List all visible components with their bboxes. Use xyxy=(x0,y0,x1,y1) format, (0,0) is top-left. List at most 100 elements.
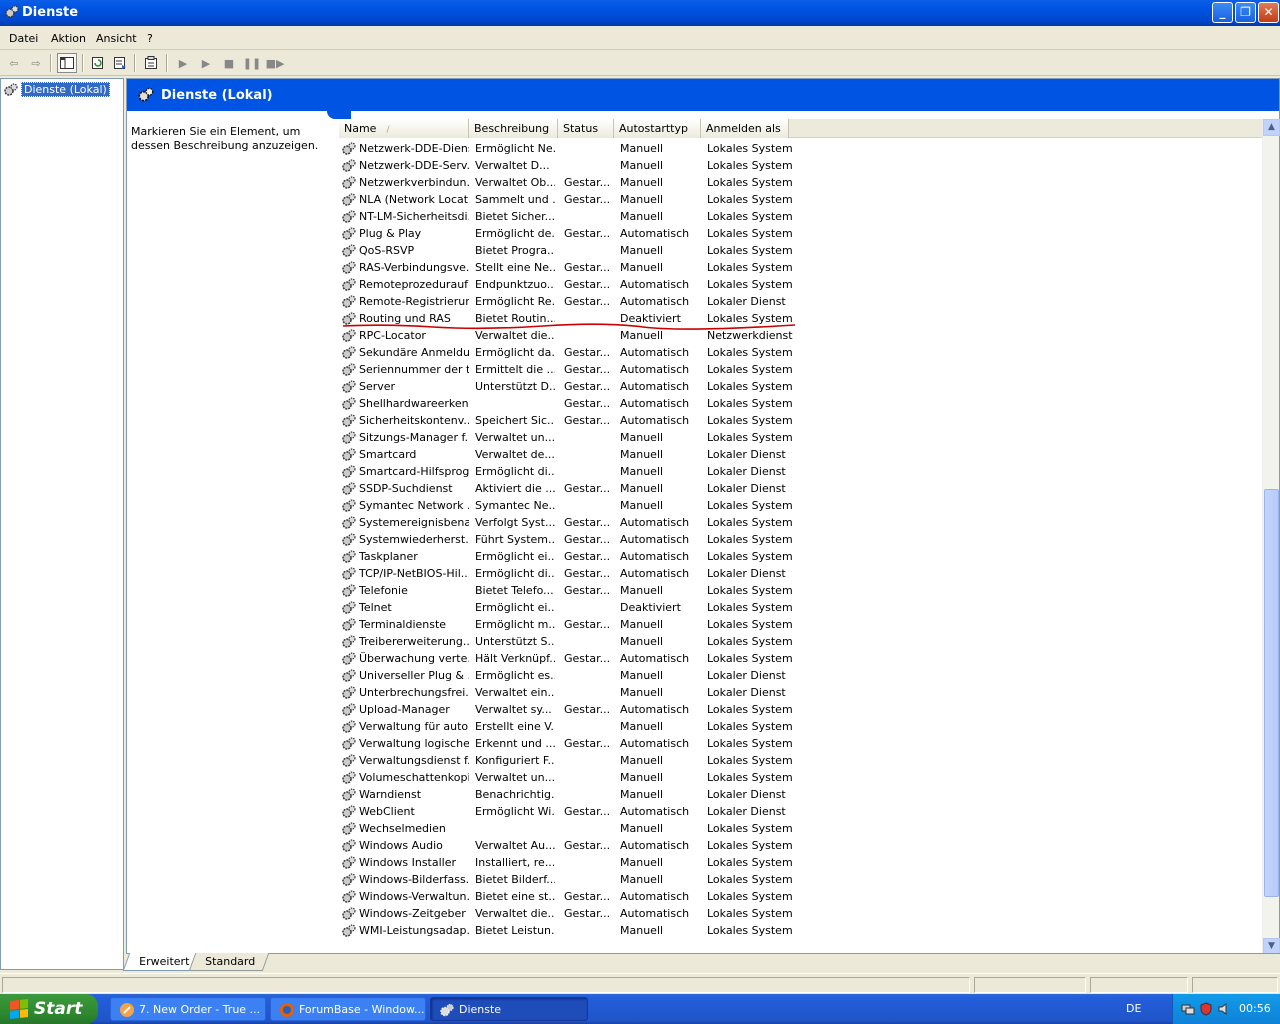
stop-service-icon[interactable]: ■ xyxy=(219,53,239,73)
start-service-alt-icon[interactable]: ▶ xyxy=(196,53,216,73)
table-row[interactable]: Verwaltung logische... Erkennt und ... Ges… xyxy=(339,735,799,752)
table-row[interactable]: Windows-Bilderfass... Bietet Bilderf... Ma… xyxy=(339,871,799,888)
export-list-icon[interactable] xyxy=(110,53,130,73)
services-gear-icon xyxy=(138,87,154,102)
tab-standard[interactable]: Standard xyxy=(188,953,270,971)
table-row[interactable]: Sekundäre Anmeldung Ermöglicht da... Gesta… xyxy=(339,344,799,361)
menu-aktion[interactable]: Aktion xyxy=(51,32,86,45)
status-cell xyxy=(1090,977,1188,993)
table-row[interactable]: TCP/IP-NetBIOS-Hil... Ermöglicht di... Ges… xyxy=(339,565,799,582)
table-row[interactable]: Symantec Network ... Symantec Ne... Manuel… xyxy=(339,497,799,514)
table-row[interactable]: Unterbrechungsfrei... Verwaltet ein... Man… xyxy=(339,684,799,701)
table-row[interactable]: SSDP-Suchdienst Aktiviert die ... Gestar..… xyxy=(339,480,799,497)
table-row[interactable]: Windows-Zeitgeber Verwaltet die... Gestar.… xyxy=(339,905,799,922)
table-row[interactable]: Seriennummer der t... Ermittelt die ... Ge… xyxy=(339,361,799,378)
minimize-button[interactable]: _ xyxy=(1212,2,1233,23)
forward-icon[interactable]: ⇨ xyxy=(26,53,46,73)
table-row[interactable]: NLA (Network Locat... Sammelt und ... Gest… xyxy=(339,191,799,208)
table-row[interactable]: Netzwerk-DDE-Dienst Ermöglicht Ne... Manue… xyxy=(339,140,799,157)
table-row[interactable]: Smartcard Verwaltet de... Manuell Lokaler D… xyxy=(339,446,799,463)
table-row[interactable]: Sitzungs-Manager f... Verwaltet un... Manu… xyxy=(339,429,799,446)
volume-icon[interactable] xyxy=(1217,1002,1231,1016)
table-row[interactable]: Plug & Play Ermöglicht de... Gestar... Auto… xyxy=(339,225,799,242)
column-header-description[interactable]: Beschreibung xyxy=(469,119,558,138)
scroll-up-icon[interactable]: ▲ xyxy=(1263,119,1280,136)
restart-service-icon[interactable]: ■▶ xyxy=(265,53,285,73)
menu-help[interactable]: ? xyxy=(147,32,153,45)
table-row[interactable]: Treibererweiterung... Unterstützt S... Man… xyxy=(339,633,799,650)
table-row[interactable]: Verwaltung für auto... Erstellt eine V...… xyxy=(339,718,799,735)
pause-service-icon[interactable]: ❚❚ xyxy=(242,53,262,73)
column-header-status[interactable]: Status xyxy=(558,119,614,138)
services-window: Dienste _ ❐ ✕ Datei Aktion Ansicht ? ⇦ ⇨… xyxy=(0,0,1280,994)
table-row[interactable]: Upload-Manager Verwaltet sy... Gestar... Au… xyxy=(339,701,799,718)
service-gear-icon xyxy=(342,669,356,682)
table-row[interactable]: Remoteprozeduraufr... Endpunktzuo... Gesta… xyxy=(339,276,799,293)
service-logon-as: Lokales System xyxy=(707,176,793,189)
security-shield-icon[interactable] xyxy=(1199,1002,1213,1016)
task-button-new-order[interactable]: 7. New Order - True ... xyxy=(110,997,266,1021)
table-row[interactable]: Remote-Registrierung Ermöglicht Re... Gest… xyxy=(339,293,799,310)
service-startup-type: Manuell xyxy=(620,159,664,172)
service-gear-icon xyxy=(342,856,356,869)
table-row[interactable]: Windows Audio Verwaltet Au... Gestar... Aut… xyxy=(339,837,799,854)
language-indicator[interactable]: DE xyxy=(1126,1002,1141,1015)
status-cell xyxy=(2,977,970,993)
table-row[interactable]: Universeller Plug & ... Ermöglicht es... M… xyxy=(339,667,799,684)
table-row[interactable]: Volumeschattenkopie Verwaltet un... Manuel… xyxy=(339,769,799,786)
network-icon[interactable] xyxy=(1181,1002,1195,1016)
table-row[interactable]: NT-LM-Sicherheitsdi... Bietet Sicher... Ma… xyxy=(339,208,799,225)
table-row[interactable]: Windows Installer Installiert, re... Manue… xyxy=(339,854,799,871)
menu-ansicht[interactable]: Ansicht xyxy=(96,32,137,45)
service-gear-icon xyxy=(342,720,356,733)
column-header-startup[interactable]: Autostarttyp xyxy=(614,119,701,138)
close-button[interactable]: ✕ xyxy=(1258,2,1279,23)
table-row[interactable]: Windows-Verwaltun... Bietet eine st... Ges… xyxy=(339,888,799,905)
column-header-name[interactable]: Name / xyxy=(339,119,469,138)
back-icon[interactable]: ⇦ xyxy=(4,53,24,73)
service-logon-as: Lokales System xyxy=(707,754,793,767)
table-row[interactable]: Telnet Ermöglicht ei... Deaktiviert Lokales… xyxy=(339,599,799,616)
task-button-dienste[interactable]: Dienste xyxy=(430,997,588,1021)
console-tree: Dienste (Lokal) xyxy=(0,78,124,970)
start-service-icon[interactable]: ▶ xyxy=(173,53,193,73)
table-row[interactable]: Terminaldienste Ermöglicht m... Gestar... M… xyxy=(339,616,799,633)
table-row[interactable]: Überwachung verte... Hält Verknüpf... Gest… xyxy=(339,650,799,667)
title-bar[interactable]: Dienste _ ❐ ✕ xyxy=(0,0,1280,26)
table-row[interactable]: Systemereignisbena... Verfolgt Syst... Ges… xyxy=(339,514,799,531)
table-row[interactable]: Systemwiederherst... Führt System... Gesta… xyxy=(339,531,799,548)
table-row[interactable]: Taskplaner Ermöglicht ei... Gestar... Autom… xyxy=(339,548,799,565)
menu-datei[interactable]: Datei xyxy=(9,32,38,45)
scroll-thumb[interactable] xyxy=(1264,489,1279,897)
refresh-icon[interactable] xyxy=(88,53,108,73)
table-row[interactable]: Server Unterstützt D... Gestar... Automatis… xyxy=(339,378,799,395)
start-button[interactable]: Start xyxy=(0,994,98,1024)
properties-icon[interactable] xyxy=(141,53,161,73)
service-startup-type: Manuell xyxy=(620,873,664,886)
table-row[interactable]: Netzwerkverbindun... Verwaltet Ob... Gesta… xyxy=(339,174,799,191)
table-row[interactable]: Telefonie Bietet Telefo... Gestar... Manuel… xyxy=(339,582,799,599)
show-hide-tree-icon[interactable] xyxy=(57,53,77,73)
service-name: Unterbrechungsfrei... xyxy=(359,686,469,699)
table-row[interactable]: Sicherheitskontenv... Speichert Sic... Ges… xyxy=(339,412,799,429)
table-row[interactable]: Verwaltungsdienst f... Konfiguriert F... M… xyxy=(339,752,799,769)
vertical-scrollbar[interactable]: ▲ ▼ xyxy=(1262,119,1280,955)
media-player-icon xyxy=(120,1003,134,1017)
task-button-forumbase[interactable]: ForumBase - Window... xyxy=(270,997,426,1021)
service-name: Sitzungs-Manager f... xyxy=(359,431,469,444)
service-description: Hält Verknüpf... xyxy=(475,652,555,665)
table-row[interactable]: Smartcard-Hilfsprog... Ermöglicht di... Ma… xyxy=(339,463,799,480)
table-row[interactable]: WebClient Ermöglicht Wi... Gestar... Automa… xyxy=(339,803,799,820)
table-row[interactable]: WMI-Leistungsadap... Bietet Leistun... Man… xyxy=(339,922,799,939)
service-description: Ermittelt die ... xyxy=(475,363,555,376)
restore-button[interactable]: ❐ xyxy=(1235,2,1256,23)
table-row[interactable]: Wechselmedien Manuell Lokales System xyxy=(339,820,799,837)
table-row[interactable]: RAS-Verbindungsve... Stellt eine Ne... Ges… xyxy=(339,259,799,276)
column-header-logon[interactable]: Anmelden als xyxy=(701,119,789,138)
service-startup-type: Manuell xyxy=(620,448,664,461)
table-row[interactable]: Shellhardwareerken... Gestar... Automatisc… xyxy=(339,395,799,412)
table-row[interactable]: Warndienst Benachrichtig... Manuell Lokaler… xyxy=(339,786,799,803)
tree-node-services-local[interactable]: Dienste (Lokal) xyxy=(3,82,110,97)
table-row[interactable]: Netzwerk-DDE-Serv... Verwaltet D... Manuel… xyxy=(339,157,799,174)
table-row[interactable]: QoS-RSVP Bietet Progra... Manuell Lokales S… xyxy=(339,242,799,259)
